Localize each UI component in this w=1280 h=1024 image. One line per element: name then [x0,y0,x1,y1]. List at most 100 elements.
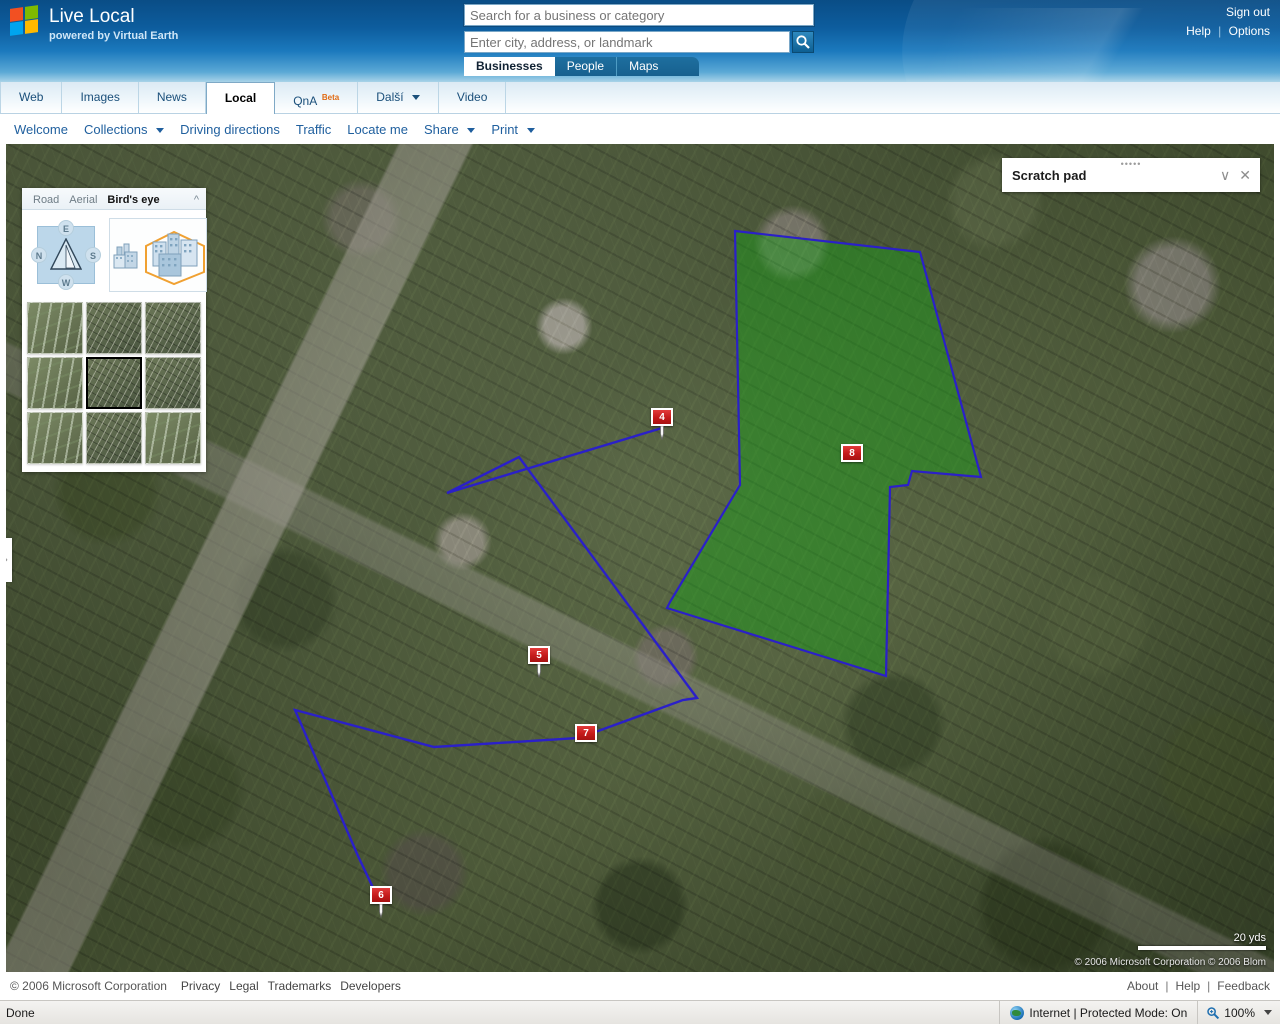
pin-stem-icon [379,904,383,918]
map-scale-bar: 20 yds [1138,932,1266,950]
chevron-down-icon [526,127,535,133]
scope-tab-maps[interactable]: Maps [617,57,670,76]
windows-flag-icon[interactable] [10,5,40,36]
page-footer: © 2006 Microsoft Corporation Privacy Leg… [0,972,1280,1000]
command-welcome[interactable]: Welcome [14,122,68,137]
scope-tab-people[interactable]: People [555,57,618,76]
search-what-wrapper [463,3,815,27]
sign-out-link[interactable]: Sign out [1226,5,1270,19]
thumb-s[interactable] [86,412,142,464]
security-zone[interactable]: Internet | Protected Mode: On [999,1000,1197,1024]
route-polyline[interactable] [292,426,700,895]
command-share[interactable]: Share [423,121,476,137]
zoom-level-selector [109,218,207,292]
tab-images[interactable]: Images [62,82,139,113]
map-canvas[interactable]: › Road Aerial Bird's eye ^ N E S W [6,144,1274,972]
chevron-down-icon [467,127,476,133]
scope-tab-businesses[interactable]: Businesses [464,57,555,76]
site-header: Live Local powered by Virtual Earth Sign… [0,0,1280,82]
footer-link-help[interactable]: Help [1175,979,1200,993]
thumb-w[interactable] [27,357,83,409]
footer-link-about[interactable]: About [1127,979,1158,993]
compass-south-button[interactable]: S [85,247,101,263]
command-driving-directions[interactable]: Driving directions [180,122,280,137]
scratch-pad-panel[interactable]: ••••• Scratch pad ∨ ✕ [1002,158,1260,192]
chevron-up-icon[interactable]: ^ [194,194,202,206]
command-locate-me-label: Locate me [347,121,408,137]
help-link[interactable]: Help [1186,24,1211,38]
search-where-wrapper [464,31,814,53]
search-what-input[interactable] [463,3,815,27]
footer-link-privacy[interactable]: Privacy [181,979,220,993]
thumb-e[interactable] [145,357,201,409]
command-traffic-label: Traffic [295,121,332,137]
tab-news-label: News [156,90,187,104]
command-print[interactable]: Print [491,122,535,137]
command-collections[interactable]: Collections [84,122,165,137]
tab-local[interactable]: Local [205,82,276,114]
footer-link-feedback[interactable]: Feedback [1217,979,1270,993]
tab-video[interactable]: Video [439,82,507,113]
browser-status-bar: Done Internet | Protected Mode: On 100% [0,1000,1280,1024]
service-tab-bar: Web Images News Local QnA Beta Další Vid… [0,82,1280,114]
map-pin-8[interactable]: 8 [841,444,863,462]
tab-web[interactable]: Web [0,82,63,113]
thumb-n[interactable] [86,302,142,354]
highlight-polygon[interactable] [665,229,983,678]
search-scope-tabs: Businesses People Maps [464,57,699,76]
command-share-label: Share [423,121,459,137]
command-locate-me[interactable]: Locate me [347,122,408,137]
compass-rose-icon[interactable]: N E S W [29,218,103,292]
brand[interactable]: Live Local powered by Virtual Earth [49,6,178,43]
drag-grip-icon[interactable]: ••••• [1121,160,1142,169]
zoom-out-buildings-icon[interactable] [110,235,144,275]
thumb-sw[interactable] [27,412,83,464]
zoom-level-text: 100% [1224,1005,1255,1020]
footer-link-developers[interactable]: Developers [340,979,401,993]
search-submit-button[interactable] [792,31,814,53]
scratch-pad-title: Scratch pad [1012,167,1087,183]
birds-eye-thumbnail-grid [27,302,201,464]
tab-qna[interactable]: QnA Beta [275,82,359,113]
thumb-c[interactable] [86,357,142,409]
map-credit: © 2006 Microsoft Corporation © 2006 Blom [1074,957,1267,968]
zoom-in-buildings-icon[interactable] [144,224,206,286]
view-mode-birds-eye[interactable]: Bird's eye [102,194,164,206]
search-where-input[interactable] [464,31,790,53]
zoom-control[interactable]: 100% [1197,1000,1280,1024]
view-mode-aerial[interactable]: Aerial [64,194,102,206]
footer-link-trademarks[interactable]: Trademarks [268,979,332,993]
footer-link-legal[interactable]: Legal [229,979,258,993]
command-welcome-label: Welcome [14,121,68,137]
map-scale-rule [1138,946,1266,950]
footer-copyright: © 2006 Microsoft Corporation [10,979,167,993]
tab-local-label: Local [224,91,257,105]
footer-separator-1: | [1165,979,1169,993]
options-link[interactable]: Options [1229,24,1270,38]
command-driving-directions-label: Driving directions [180,121,280,137]
compass-east-button[interactable]: E [58,220,74,236]
view-mode-road[interactable]: Road [28,194,64,206]
thumb-se[interactable] [145,412,201,464]
left-panel-expand-handle[interactable]: › [6,538,12,582]
caret-down-icon[interactable] [1264,1010,1272,1015]
compass-west-button[interactable]: W [58,274,74,290]
beta-badge: Beta [321,93,340,102]
chevron-down-icon[interactable]: ∨ [1220,168,1230,182]
map-pin-7[interactable]: 7 [575,724,597,742]
thumb-ne[interactable] [145,302,201,354]
map-pin-6[interactable]: 6 [370,886,392,918]
compass-north-button[interactable]: N [31,247,47,263]
close-icon[interactable]: ✕ [1239,168,1251,182]
security-zone-text: Internet | Protected Mode: On [1029,1005,1188,1020]
view-panel-body: N E S W [22,210,207,300]
map-pin-4[interactable]: 4 [651,408,673,440]
tab-news[interactable]: News [139,82,206,113]
account-separator: | [1218,24,1222,38]
tab-qna-label: QnA [293,94,317,108]
tab-more[interactable]: Další [358,82,439,113]
map-pin-5[interactable]: 5 [528,646,550,678]
map-pin-4-label: 4 [651,408,673,426]
command-traffic[interactable]: Traffic [296,122,331,137]
thumb-nw[interactable] [27,302,83,354]
